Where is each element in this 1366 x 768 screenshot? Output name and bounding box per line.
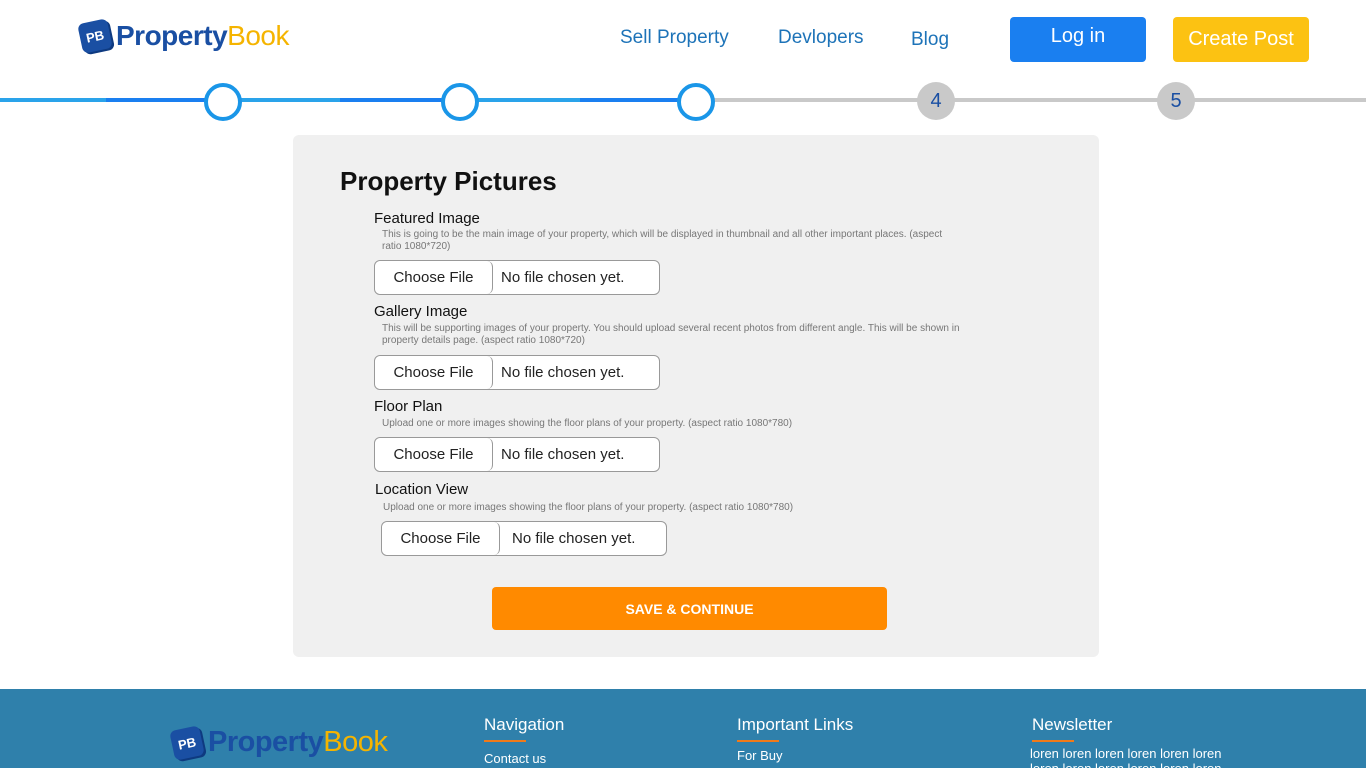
footer-newsletter-heading: Newsletter [1032,715,1113,734]
gallery-image-file-input[interactable]: Choose File No file chosen yet. [374,355,660,390]
progress-track [106,98,206,102]
featured-image-hint: This is going to be the main image of yo… [382,229,943,252]
floor-plan-file-input[interactable]: Choose File No file chosen yet. [374,437,660,472]
footer-link-for-buy[interactable]: For Buy [737,748,783,763]
save-continue-button[interactable]: SAVE & CONTINUE [492,587,887,630]
nav-blog[interactable]: Blog [911,29,949,51]
location-view-hint: Upload one or more images showing the fl… [383,502,794,513]
progress-track [580,98,680,102]
progress-track [475,98,580,102]
choose-file-button[interactable]: Choose File [382,522,500,555]
progress-track [340,98,443,102]
featured-image-label: Featured Image [374,210,480,227]
step-5-circle: 5 [1157,82,1195,120]
step-3-circle [677,83,715,121]
step-4-circle: 4 [917,82,955,120]
choose-file-button[interactable]: Choose File [375,261,493,294]
gallery-image-label: Gallery Image [374,303,468,320]
header-logo[interactable]: PB PropertyBook [77,18,289,54]
create-post-button[interactable]: Create Post [1173,17,1309,62]
footer-navigation-heading: Navigation [484,715,565,734]
nav-sell-property[interactable]: Sell Property [620,27,729,49]
form-title: Property Pictures [340,166,557,196]
choose-file-button[interactable]: Choose File [375,356,493,389]
step-2-circle [441,83,479,121]
heading-underline [737,740,779,742]
heading-underline [1032,740,1074,742]
logo-wordmark: PropertyBook [116,20,289,51]
login-button[interactable]: Log in [1010,17,1146,62]
file-status-text: No file chosen yet. [501,269,625,286]
heading-underline [484,740,526,742]
progress-track [0,98,106,102]
logo-mark-icon: PB [77,18,113,54]
footer-link-contact-us[interactable]: Contact us [484,751,546,766]
footer-important-links-heading: Important Links [737,715,854,734]
file-status-text: No file chosen yet. [501,364,625,381]
location-view-label: Location View [375,481,469,498]
newsletter-text: loren loren loren loren loren loren lore… [1030,746,1222,768]
nav-developers[interactable]: Devlopers [778,27,864,49]
step-1-circle [204,83,242,121]
floor-plan-label: Floor Plan [374,398,443,415]
footer-logo[interactable]: PB PropertyBook [169,724,388,761]
file-status-text: No file chosen yet. [501,446,625,463]
gallery-image-hint: This will be supporting images of your p… [382,323,960,346]
floor-plan-hint: Upload one or more images showing the fl… [382,418,793,429]
logo-wordmark: PropertyBook [208,726,388,758]
progress-track [238,98,340,102]
choose-file-button[interactable]: Choose File [375,438,493,471]
file-status-text: No file chosen yet. [512,530,636,547]
logo-mark-icon: PB [169,724,205,761]
progress-track-pending [712,98,1366,102]
location-view-file-input[interactable]: Choose File No file chosen yet. [381,521,667,556]
featured-image-file-input[interactable]: Choose File No file chosen yet. [374,260,660,295]
